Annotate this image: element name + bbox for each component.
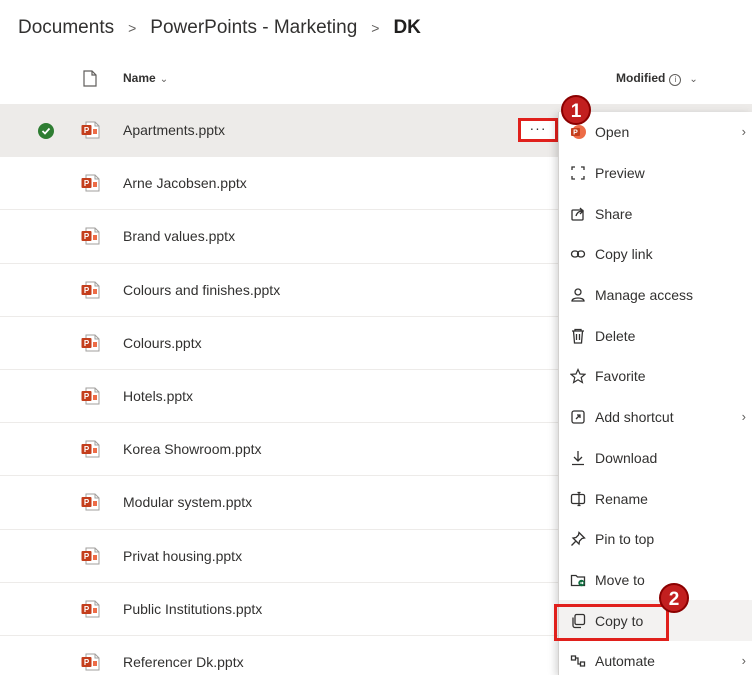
rename-icon (567, 490, 589, 508)
context-menu: P Open › Preview Share Copy link Manage access… (558, 112, 752, 675)
powerpoint-file-icon: P (81, 440, 101, 458)
people-icon (567, 286, 589, 304)
callout-badge-2: 2 (659, 583, 689, 613)
menu-item-label: Pin to top (595, 531, 655, 548)
copy-to-highlight-box (554, 604, 669, 641)
shortcut-icon (567, 408, 589, 426)
menu-item-favorite[interactable]: Favorite (559, 356, 752, 397)
menu-item-delete[interactable]: Delete (559, 315, 752, 356)
svg-text:P: P (84, 498, 90, 507)
download-icon (567, 449, 589, 467)
automate-icon (567, 652, 589, 670)
menu-item-label: Open (595, 124, 630, 141)
menu-item-label: Share (595, 205, 633, 222)
callout-badge-1: 1 (561, 95, 591, 125)
preview-icon (567, 164, 589, 182)
file-name[interactable]: Public Institutions.pptx (123, 601, 262, 617)
menu-item-copy-link[interactable]: Copy link (559, 234, 752, 275)
breadcrumb-powerpoints-marketing[interactable]: PowerPoints - Marketing (150, 17, 357, 39)
svg-text:P: P (84, 658, 90, 667)
modified-column-header[interactable]: Modified i ⌄ (616, 71, 698, 86)
column-header: Name ⌄ Modified i ⌄ (0, 56, 752, 100)
checkmark-icon[interactable] (38, 123, 54, 139)
powerpoint-file-icon: P (81, 547, 101, 565)
file-name[interactable]: Colours.pptx (123, 335, 202, 351)
menu-item-pin-to-top[interactable]: Pin to top (559, 519, 752, 560)
menu-item-label: Delete (595, 327, 636, 344)
menu-item-automate[interactable]: Automate › (559, 641, 752, 675)
svg-text:P: P (84, 552, 90, 561)
info-icon[interactable]: i (669, 74, 682, 86)
pin-icon (567, 530, 589, 548)
link-icon (567, 245, 589, 263)
breadcrumb-documents[interactable]: Documents (18, 17, 114, 39)
star-icon (567, 367, 589, 385)
chevron-right-icon: › (741, 124, 746, 139)
trash-icon (567, 327, 589, 345)
menu-item-label: Download (595, 449, 658, 466)
menu-item-rename[interactable]: Rename (559, 478, 752, 519)
file-name[interactable]: Colours and finishes.pptx (123, 282, 280, 298)
menu-item-preview[interactable]: Preview (559, 153, 752, 194)
powerpoint-file-icon: P (81, 493, 101, 511)
breadcrumb-separator: > (128, 20, 137, 36)
file-type-icon[interactable] (83, 70, 97, 87)
name-column-header[interactable]: Name ⌄ (123, 71, 168, 85)
svg-text:P: P (84, 445, 90, 454)
menu-item-label: Favorite (595, 368, 646, 385)
breadcrumb-current: DK (393, 17, 421, 38)
powerpoint-file-icon: P (81, 227, 101, 245)
powerpoint-icon: P (567, 123, 589, 141)
file-name[interactable]: Modular system.pptx (123, 494, 252, 510)
file-name[interactable]: Privat housing.pptx (123, 548, 242, 564)
menu-item-label: Copy link (595, 246, 653, 263)
menu-item-label: Rename (595, 490, 648, 507)
powerpoint-file-icon: P (81, 600, 101, 618)
chevron-down-icon: ⌄ (159, 74, 169, 85)
menu-item-add-shortcut[interactable]: Add shortcut › (559, 397, 752, 438)
svg-text:P: P (84, 392, 90, 401)
svg-text:P: P (84, 605, 90, 614)
menu-item-share[interactable]: Share (559, 193, 752, 234)
menu-item-label: Automate (595, 653, 655, 670)
menu-item-label: Move to (595, 571, 645, 588)
file-name[interactable]: Brand values.pptx (123, 228, 235, 244)
menu-item-label: Add shortcut (595, 409, 674, 426)
svg-text:P: P (84, 179, 90, 188)
svg-text:P: P (84, 286, 90, 295)
modified-column-label: Modified (616, 71, 666, 85)
share-icon (567, 205, 589, 223)
menu-item-manage-access[interactable]: Manage access (559, 275, 752, 316)
breadcrumb-separator: > (371, 20, 380, 36)
chevron-down-icon: ⌄ (689, 74, 698, 85)
more-options-button[interactable]: ··· (518, 118, 558, 142)
menu-item-label: Preview (595, 165, 645, 182)
menu-item-move-to[interactable]: Move to (559, 560, 752, 601)
chevron-right-icon: › (741, 652, 746, 668)
breadcrumb: Documents > PowerPoints - Marketing > DK (18, 16, 421, 40)
powerpoint-file-icon: P (81, 281, 101, 299)
file-name[interactable]: Korea Showroom.pptx (123, 441, 262, 457)
powerpoint-file-icon: P (81, 121, 101, 139)
svg-text:P: P (84, 126, 90, 135)
file-name[interactable]: Arne Jacobsen.pptx (123, 175, 247, 191)
powerpoint-file-icon: P (81, 387, 101, 405)
powerpoint-file-icon: P (81, 334, 101, 352)
move-icon (567, 571, 589, 589)
file-name[interactable]: Apartments.pptx (123, 122, 225, 138)
file-name[interactable]: Referencer Dk.pptx (123, 654, 244, 670)
powerpoint-file-icon: P (81, 653, 101, 671)
svg-text:P: P (573, 130, 578, 137)
chevron-right-icon: › (741, 408, 746, 424)
svg-text:P: P (84, 339, 90, 348)
name-column-label: Name (123, 71, 156, 85)
svg-text:P: P (84, 232, 90, 241)
menu-item-download[interactable]: Download (559, 438, 752, 479)
menu-item-label: Manage access (595, 287, 694, 304)
file-name[interactable]: Hotels.pptx (123, 388, 193, 404)
powerpoint-file-icon: P (81, 174, 101, 192)
